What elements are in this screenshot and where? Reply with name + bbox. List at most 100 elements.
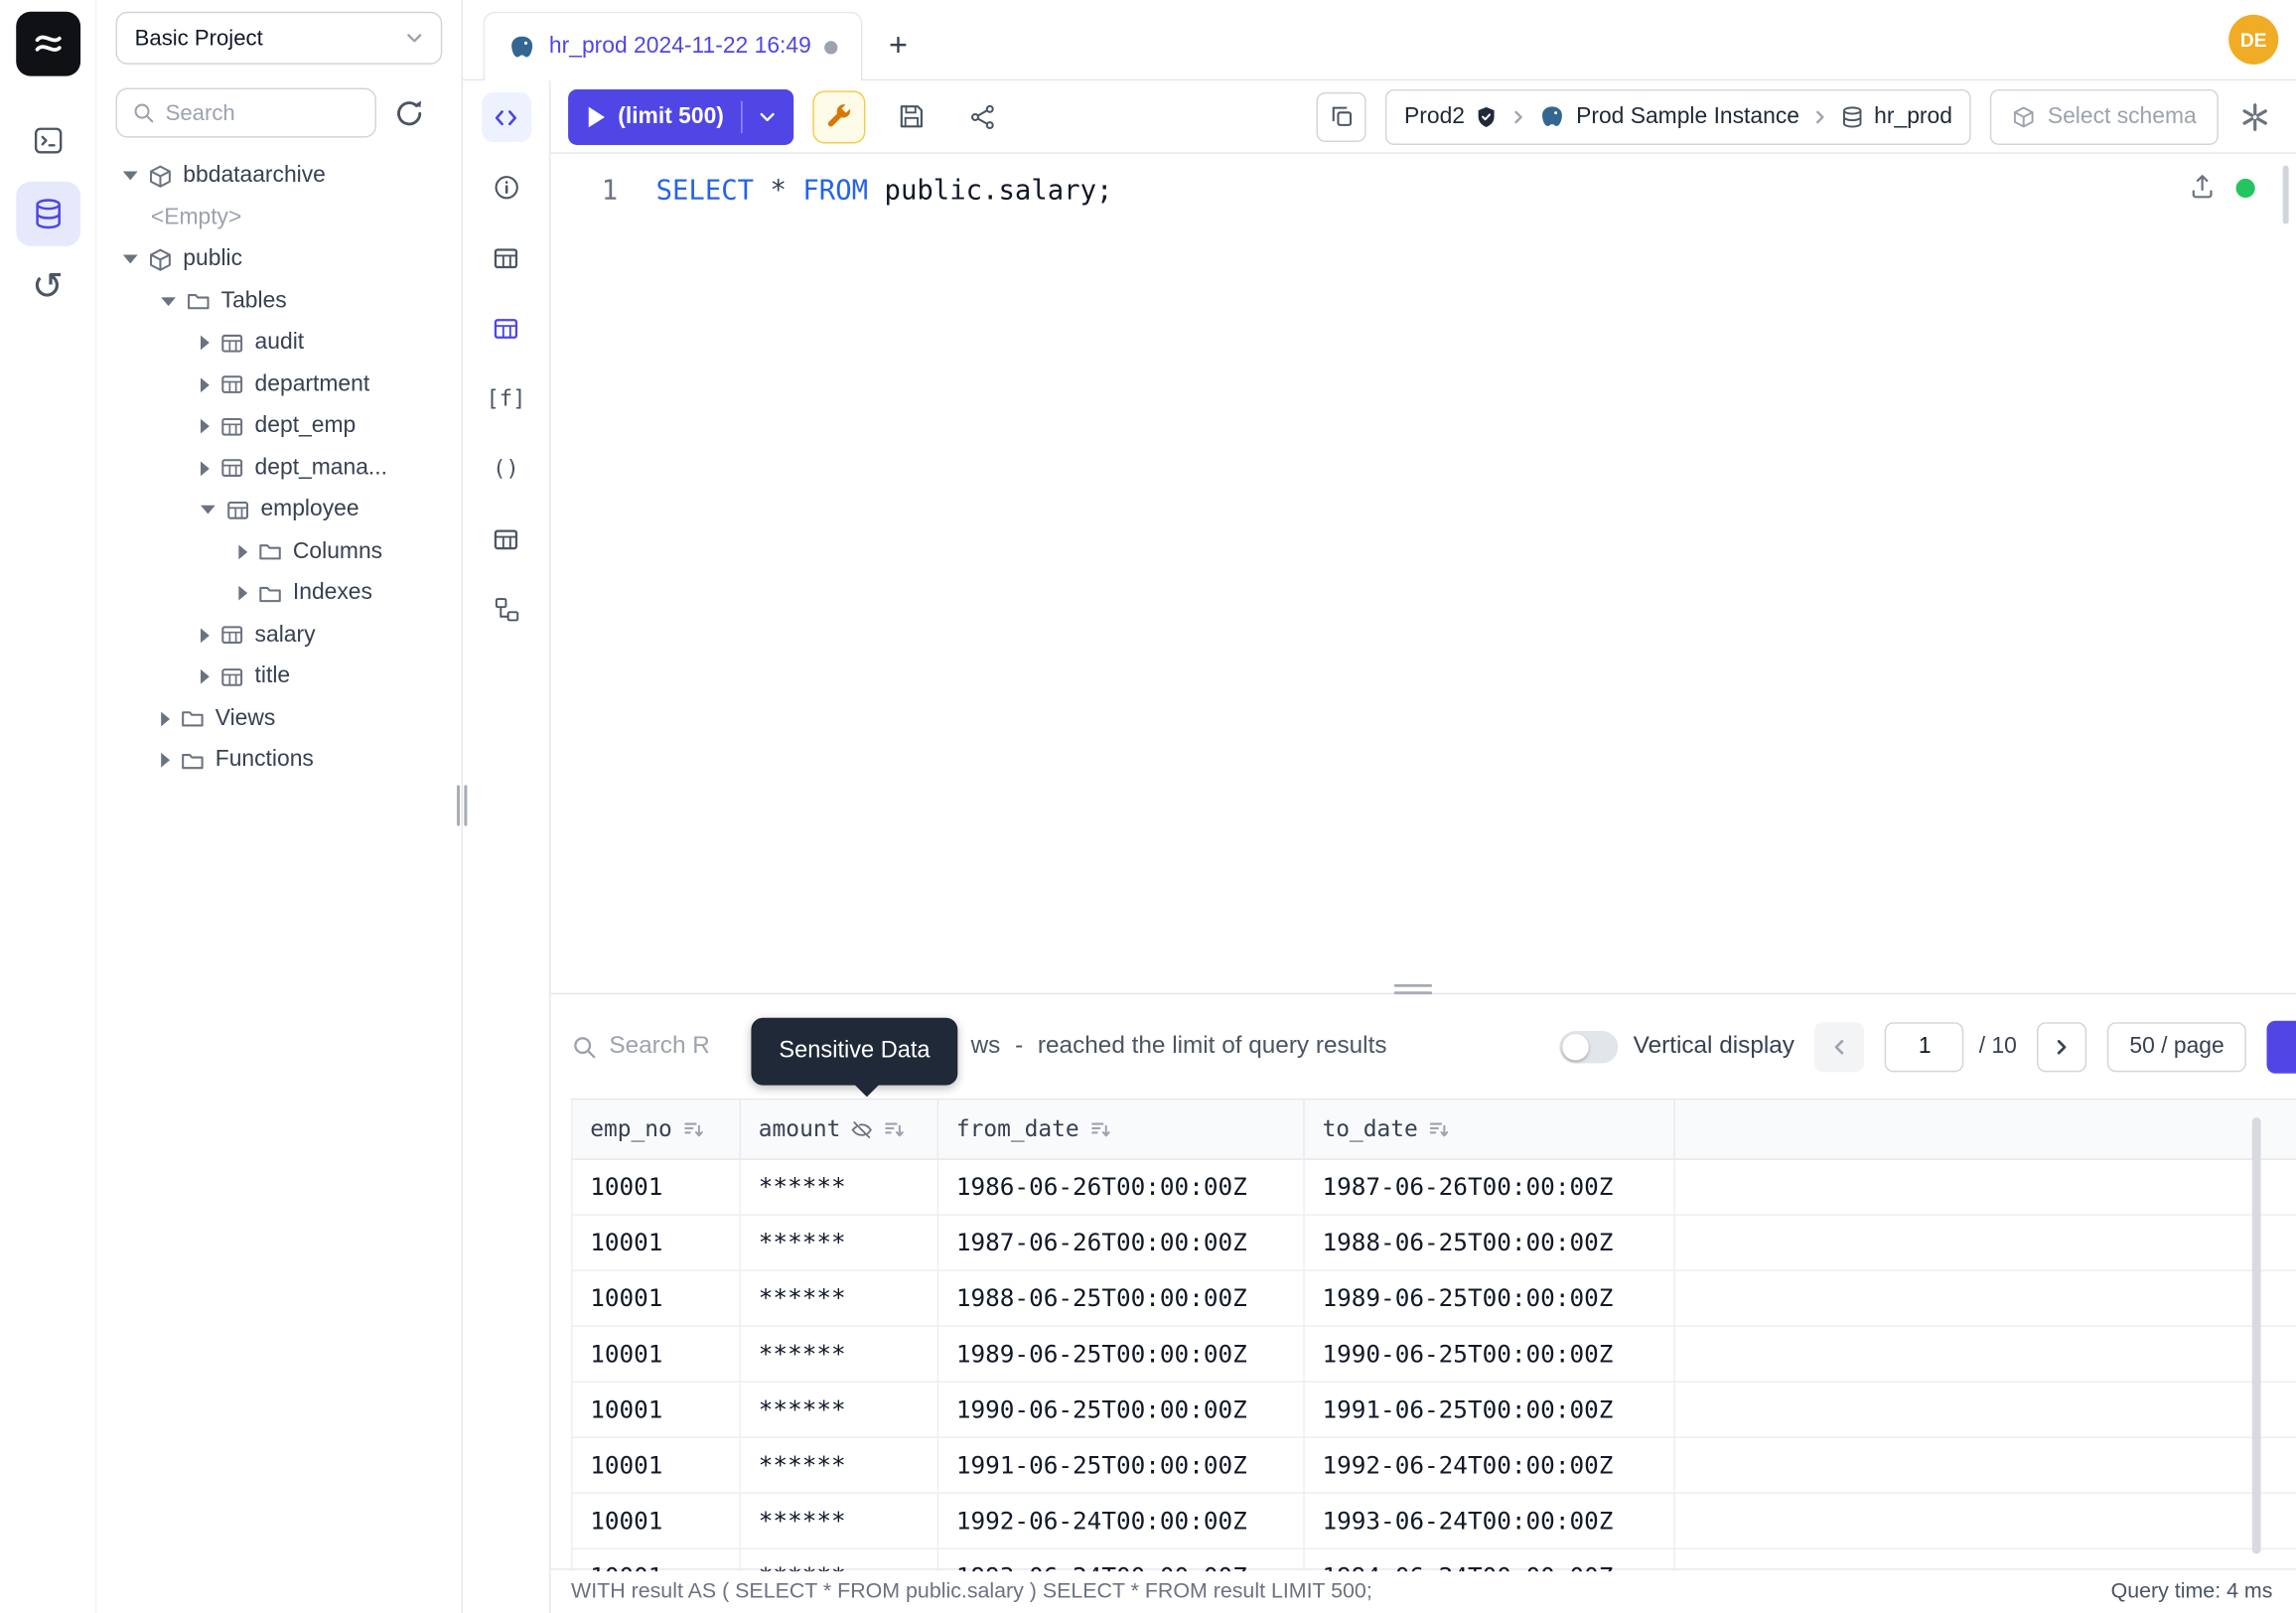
column-header-filler (1675, 1100, 2296, 1158)
caret-down-icon[interactable] (201, 506, 215, 514)
table-row: 10001******1988-06-25T00:00:00Z1989-06-2… (573, 1271, 2296, 1327)
caret-down-icon[interactable] (123, 255, 138, 264)
table-icon (219, 331, 244, 356)
run-query-button[interactable]: (limit 500) (568, 88, 794, 144)
panel-resize-handle[interactable] (1394, 984, 1432, 994)
environment-label[interactable]: Prod2 (1404, 103, 1465, 130)
connection-status-dot (2236, 179, 2255, 198)
caret-right-icon[interactable] (238, 586, 247, 601)
result-limit-note: ws - reached the limit of query results (971, 1033, 1387, 1061)
tree-item-dept-emp[interactable]: dept_emp (96, 405, 461, 447)
refresh-icon[interactable] (394, 97, 425, 128)
sidebar-search-input[interactable]: Search (115, 87, 375, 137)
tree-item-audit[interactable]: audit (96, 322, 461, 364)
vertical-display-toggle[interactable] (1560, 1030, 1619, 1062)
sort-icon[interactable] (1089, 1118, 1111, 1140)
column-header-from-date[interactable]: from_date (938, 1100, 1305, 1158)
caret-down-icon[interactable] (161, 297, 176, 306)
table-header-row: emp_no amount from_date (573, 1100, 2296, 1159)
executed-sql-text: WITH result AS ( SELECT * FROM public.sa… (571, 1580, 1372, 1604)
app-logo[interactable] (15, 12, 79, 76)
column-header-amount[interactable]: amount (741, 1100, 938, 1158)
page-number-input[interactable]: 1 (1885, 1021, 1964, 1071)
results-scrollbar[interactable] (2252, 1117, 2261, 1553)
caret-right-icon[interactable] (238, 544, 247, 559)
table-icon (219, 664, 244, 689)
caret-down-icon[interactable] (123, 172, 138, 181)
sql-editor-nav-icon[interactable] (15, 108, 79, 173)
share-button[interactable] (956, 90, 1009, 143)
unsaved-dot (824, 41, 837, 54)
tab-title: hr_prod 2024-11-22 16:49 (549, 34, 811, 61)
caret-right-icon[interactable] (201, 461, 210, 476)
tree-item-department[interactable]: department (96, 364, 461, 405)
sidebar-resize-handle[interactable] (457, 785, 467, 825)
page-size-select[interactable]: 50 / page (2107, 1021, 2246, 1071)
column-header-to-date[interactable]: to_date (1305, 1100, 1675, 1158)
tree-item-dept-manager[interactable]: dept_mana... (96, 447, 461, 489)
eye-off-icon[interactable] (851, 1118, 873, 1140)
save-sheet-button[interactable] (885, 90, 937, 143)
schema-icon (148, 247, 173, 272)
editor-scrollbar[interactable] (2283, 166, 2289, 224)
new-tab-button[interactable]: + (889, 29, 908, 61)
code-icon (491, 101, 521, 132)
copy-icon (1329, 104, 1354, 129)
masking-panel-icon[interactable] (481, 303, 530, 353)
tree-item-columns[interactable]: Columns (96, 531, 461, 573)
ai-assistant-icon[interactable] (2237, 99, 2272, 134)
caret-right-icon[interactable] (201, 377, 210, 392)
results-table: emp_no amount from_date (571, 1099, 2296, 1571)
schema-diagram-panel-icon[interactable] (481, 584, 530, 634)
database-nav-icon[interactable] (15, 182, 79, 246)
table-icon (225, 498, 250, 522)
tree-item-bbdataarchive[interactable]: bbdataarchive (96, 155, 461, 197)
table-row: 10001******1990-06-25T00:00:00Z1991-06-2… (573, 1383, 2296, 1438)
tree-item-views[interactable]: Views (96, 698, 461, 740)
caret-right-icon[interactable] (161, 753, 170, 768)
chevron-down-icon[interactable] (756, 104, 780, 128)
format-sql-button[interactable] (1317, 91, 1366, 141)
tables-panel-icon[interactable] (481, 232, 530, 282)
info-panel-icon[interactable] (481, 163, 530, 213)
database-label[interactable]: hr_prod (1874, 103, 1952, 130)
tree-item-salary[interactable]: salary (96, 615, 461, 657)
clipped-action-button[interactable] (2267, 1020, 2296, 1073)
chevron-right-icon (1508, 106, 1529, 127)
sort-icon[interactable] (883, 1118, 905, 1140)
caret-right-icon[interactable] (201, 419, 210, 434)
sort-icon[interactable] (1428, 1118, 1450, 1140)
project-select[interactable]: Basic Project (115, 12, 442, 65)
next-page-button[interactable] (2038, 1021, 2087, 1071)
table-icon (219, 623, 244, 648)
sidebar-search-placeholder: Search (166, 100, 235, 125)
admin-wrench-button[interactable] (813, 90, 866, 143)
tree-item-tables[interactable]: Tables (96, 280, 461, 322)
caret-right-icon[interactable] (201, 336, 210, 351)
history-nav-icon[interactable]: ↺ (15, 255, 79, 320)
caret-right-icon[interactable] (201, 669, 210, 684)
tree-item-title[interactable]: title (96, 657, 461, 698)
prev-page-button[interactable] (1815, 1021, 1865, 1071)
caret-right-icon[interactable] (161, 711, 170, 726)
sort-icon[interactable] (682, 1118, 704, 1140)
sql-editor[interactable]: 1 SELECT * FROM public.salary; (550, 154, 2296, 993)
avatar[interactable]: DE (2228, 15, 2278, 65)
column-header-emp-no[interactable]: emp_no (573, 1100, 742, 1158)
functions-panel-icon[interactable]: [f] (481, 373, 530, 423)
select-schema-button[interactable]: Select schema (1990, 88, 2219, 144)
sheet-panel-icon[interactable] (481, 92, 530, 142)
tree-item-indexes[interactable]: Indexes (96, 573, 461, 615)
external-tables-panel-icon[interactable] (481, 514, 530, 564)
procedures-panel-icon[interactable]: () (481, 444, 530, 494)
tree-item-functions[interactable]: Functions (96, 740, 461, 782)
caret-right-icon[interactable] (201, 628, 210, 643)
code-line[interactable]: 1 SELECT * FROM public.salary; (550, 173, 2296, 211)
tab-hr-prod[interactable]: hr_prod 2024-11-22 16:49 (484, 12, 863, 80)
tree-item-employee[interactable]: employee (96, 489, 461, 530)
instance-label[interactable]: Prod Sample Instance (1576, 103, 1799, 130)
shield-icon (1475, 104, 1499, 128)
export-icon[interactable] (2188, 172, 2217, 201)
tree-item-public[interactable]: public (96, 238, 461, 280)
tab-bar: hr_prod 2024-11-22 16:49 + DE (463, 0, 2296, 80)
